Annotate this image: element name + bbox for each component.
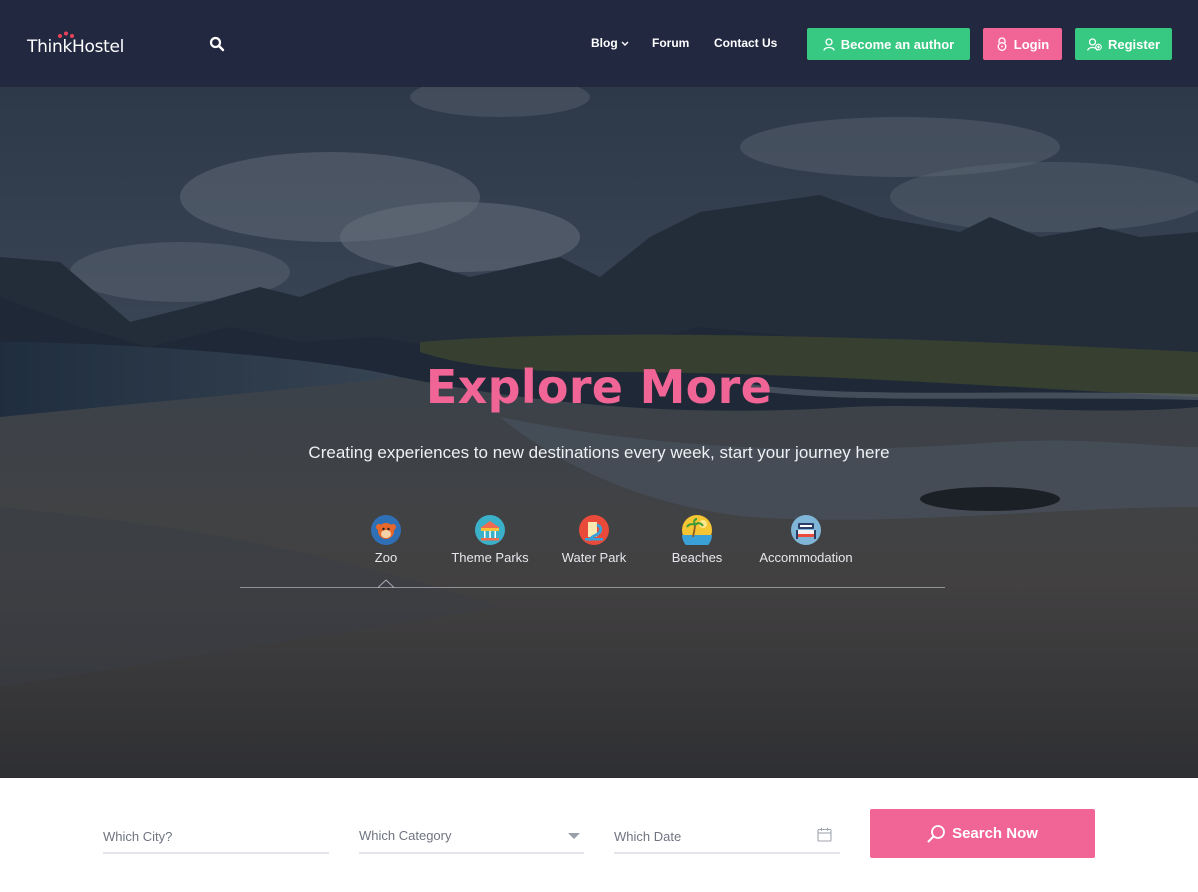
search-now-button[interactable]: Search Now [870,809,1095,858]
category-label: Accommodation [759,550,853,565]
search-icon [927,825,945,843]
date-input[interactable] [614,822,840,850]
hero-overlay [0,87,1198,778]
hero-subtitle: Creating experiences to new destinations… [308,443,890,462]
category-label: Theme Parks [451,550,529,565]
chevron-down-icon [621,41,629,46]
user-icon [823,37,835,51]
hotel-bed-icon [791,515,821,545]
category-divider [240,587,945,588]
palm-beach-icon [682,515,712,545]
nav-blog-label: Blog [591,36,618,50]
category-label: Water Park [561,550,627,565]
top-navbar: ThinkHostel Blog Forum Contact Us Become… [0,0,1198,87]
lock-icon [997,37,1007,51]
register-button[interactable]: Register [1075,28,1172,60]
nav-contact-link[interactable]: Contact Us [714,35,777,51]
nav-blog-link[interactable]: Blog [591,35,629,51]
search-icon[interactable] [209,36,227,54]
calendar-icon[interactable] [817,827,832,842]
category-select-value: Which Category [359,828,452,843]
logo-dots-icon [58,31,74,38]
monkey-icon [371,515,401,545]
city-input[interactable] [103,822,329,850]
become-author-label: Become an author [840,36,955,52]
login-button[interactable]: Login [983,28,1062,60]
login-label: Login [1013,36,1050,52]
category-tab-theme-parks[interactable]: Theme Parks [430,515,550,566]
user-plus-icon [1087,37,1102,51]
search-bar: Which Category Search Now [0,778,1198,892]
search-now-label: Search Now [952,825,1038,842]
category-label: Beaches [671,550,723,565]
hero-section: Explore More Creating experiences to new… [0,87,1198,778]
category-tab-accommodation[interactable]: Accommodation [746,515,866,566]
category-tab-beaches[interactable]: Beaches [637,515,757,566]
caret-down-icon [568,833,580,839]
hero-title: Explore More [425,360,773,414]
register-label: Register [1107,36,1161,52]
active-tab-pointer-icon [378,579,394,588]
logo[interactable]: ThinkHostel [27,31,125,61]
logo-text: ThinkHostel [27,37,125,57]
become-author-button[interactable]: Become an author [807,28,970,60]
water-slide-icon [579,515,609,545]
nav-forum-link[interactable]: Forum [652,35,689,51]
city-field-wrapper [103,822,329,854]
category-label: Zoo [374,550,398,565]
category-select[interactable]: Which Category [359,822,584,854]
category-tab-zoo[interactable]: Zoo [326,515,446,566]
carousel-icon [475,515,505,545]
category-tab-water-park[interactable]: Water Park [534,515,654,566]
date-field-wrapper [614,822,840,854]
category-tabs: Zoo Theme Parks Water Park Beaches Accom… [0,515,1198,595]
